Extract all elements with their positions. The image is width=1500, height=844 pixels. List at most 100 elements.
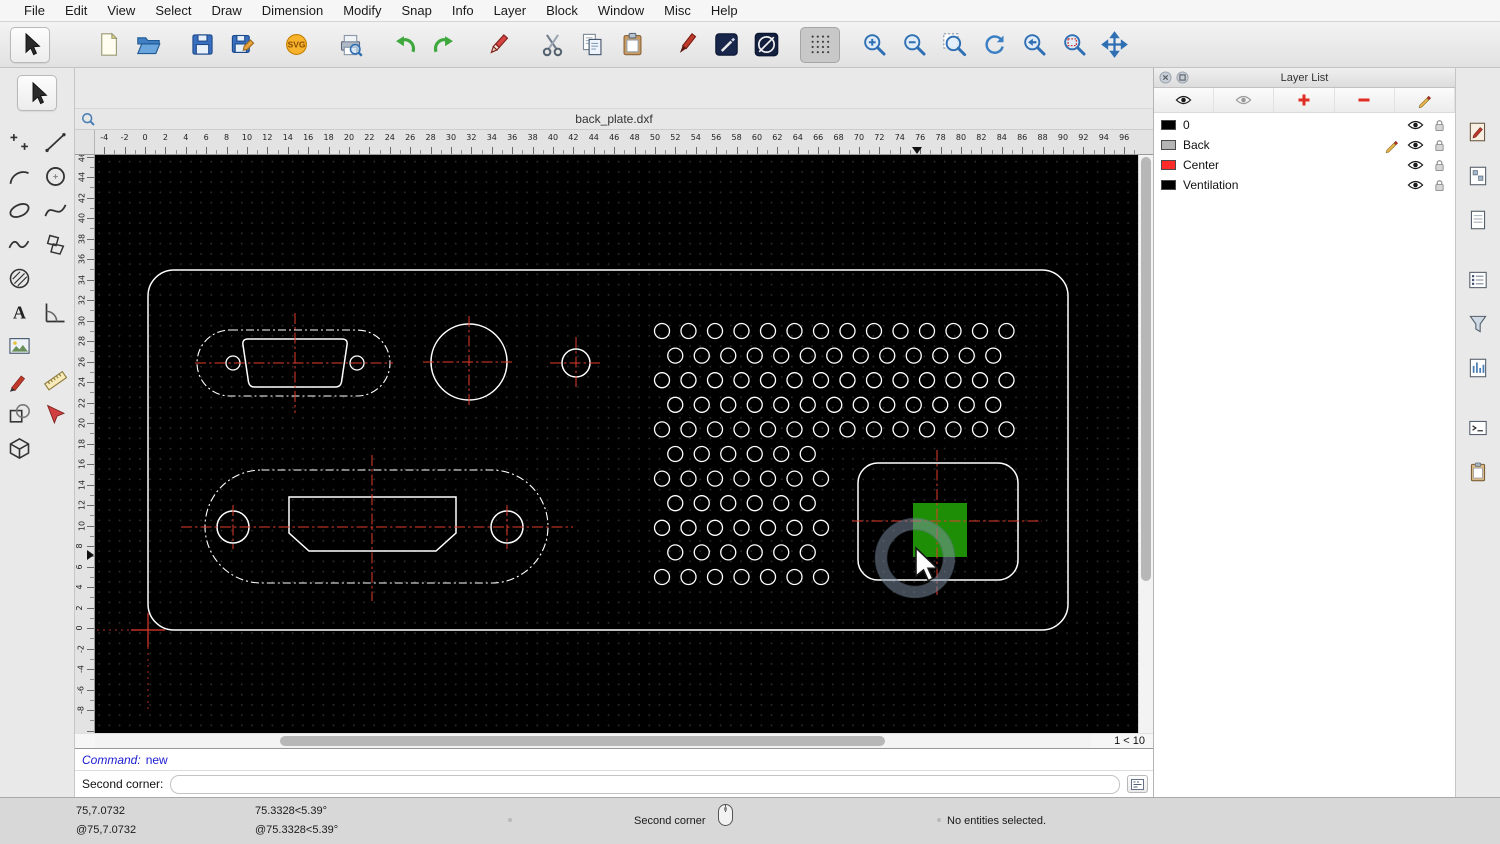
vent-hole[interactable] — [720, 347, 737, 364]
image-tool-button[interactable] — [2, 330, 36, 362]
vent-hole[interactable] — [892, 421, 909, 438]
library-panel-button[interactable] — [1462, 352, 1494, 384]
vent-hole[interactable] — [706, 568, 724, 586]
vent-hole[interactable] — [706, 519, 724, 536]
round-hole-small[interactable] — [550, 337, 602, 389]
modify-tool-button[interactable] — [2, 398, 36, 430]
pen-panel-button[interactable] — [1462, 116, 1494, 148]
vent-hole[interactable] — [693, 445, 710, 463]
vent-hole[interactable] — [733, 372, 750, 389]
vent-hole[interactable] — [865, 372, 883, 389]
vent-hole[interactable] — [932, 396, 949, 413]
vent-hole[interactable] — [971, 322, 989, 340]
vent-hole[interactable] — [746, 396, 763, 413]
vent-hole[interactable] — [812, 470, 830, 487]
attributes-button[interactable] — [706, 27, 746, 63]
vent-hole[interactable] — [812, 519, 830, 536]
vent-hole[interactable] — [733, 470, 750, 487]
line-tool-button[interactable] — [38, 126, 72, 158]
vent-hole[interactable] — [653, 372, 671, 389]
command-input[interactable] — [170, 774, 1120, 794]
save-as-button[interactable] — [222, 27, 262, 63]
vent-hole[interactable] — [667, 445, 684, 463]
vent-hole[interactable] — [918, 322, 936, 340]
detach-panel-icon[interactable] — [1176, 71, 1189, 84]
vent-hole[interactable] — [653, 470, 671, 487]
vent-hole[interactable] — [706, 421, 724, 438]
vent-hole[interactable] — [773, 445, 790, 463]
zoom-window-button[interactable] — [1054, 27, 1094, 63]
vent-hole[interactable] — [759, 322, 777, 340]
drawing-svg[interactable] — [95, 155, 1138, 733]
list-panel-button[interactable] — [1462, 264, 1494, 296]
vent-hole[interactable] — [852, 396, 869, 413]
vent-hole[interactable] — [905, 396, 922, 413]
vent-hole[interactable] — [799, 396, 816, 413]
pointer-tool-button[interactable] — [38, 398, 72, 430]
vent-hole[interactable] — [746, 347, 763, 364]
layer-row-0[interactable]: 0 — [1154, 115, 1455, 135]
vertical-scrollbar[interactable] — [1138, 155, 1153, 733]
vent-hole[interactable] — [759, 519, 777, 536]
vent-hole[interactable] — [786, 421, 803, 438]
zoom-auto-button[interactable] — [934, 27, 974, 63]
vent-hole[interactable] — [693, 396, 710, 413]
vent-hole[interactable] — [918, 372, 936, 389]
select-arrow-button[interactable] — [10, 26, 50, 63]
print-preview-button[interactable] — [330, 27, 370, 63]
vent-hole[interactable] — [733, 421, 750, 438]
vent-hole[interactable] — [799, 544, 816, 561]
zoom-pan-button[interactable] — [1094, 27, 1134, 63]
paste-button[interactable] — [612, 27, 652, 63]
menu-item-snap[interactable]: Snap — [392, 3, 442, 18]
spline-tool-button[interactable] — [38, 194, 72, 226]
menu-item-info[interactable]: Info — [442, 3, 484, 18]
layer-row-center[interactable]: Center — [1154, 155, 1455, 175]
pen-button[interactable] — [666, 27, 706, 63]
vent-hole[interactable] — [733, 322, 750, 340]
vent-hole[interactable] — [773, 495, 790, 512]
vent-hole[interactable] — [720, 445, 737, 463]
vent-hole[interactable] — [879, 347, 896, 364]
vent-hole[interactable] — [799, 445, 816, 463]
open-file-button[interactable] — [128, 27, 168, 63]
vent-hole[interactable] — [945, 322, 962, 340]
horizontal-scrollbar[interactable] — [95, 734, 1091, 748]
isometric-tool-button[interactable] — [2, 432, 36, 464]
menu-item-select[interactable]: Select — [145, 3, 201, 18]
vent-hole[interactable] — [693, 495, 710, 512]
vent-hole[interactable] — [773, 347, 790, 364]
grid-button[interactable] — [800, 26, 840, 63]
vent-hole[interactable] — [746, 495, 763, 512]
vent-hole[interactable] — [759, 568, 777, 586]
close-panel-icon[interactable] — [1159, 71, 1172, 84]
select-tool-button[interactable] — [17, 75, 57, 111]
layer-row-ventilation[interactable]: Ventilation — [1154, 175, 1455, 195]
clipboard-panel-button[interactable] — [1462, 456, 1494, 488]
vent-hole[interactable] — [812, 421, 830, 438]
vent-hole[interactable] — [826, 347, 843, 364]
vent-hole[interactable] — [905, 347, 922, 364]
vent-hole[interactable] — [985, 396, 1002, 413]
layer-visibility-eye-icon[interactable] — [1407, 139, 1424, 151]
vent-hole[interactable] — [826, 396, 843, 413]
zoom-out-button[interactable] — [894, 27, 934, 63]
save-button[interactable] — [182, 27, 222, 63]
vent-hole[interactable] — [892, 372, 909, 389]
menu-item-window[interactable]: Window — [588, 3, 654, 18]
vertical-scrollbar-thumb[interactable] — [1141, 157, 1151, 581]
vent-hole[interactable] — [693, 544, 710, 561]
vent-hole[interactable] — [786, 322, 803, 340]
vent-hole[interactable] — [839, 421, 856, 438]
menu-item-file[interactable]: File — [14, 3, 55, 18]
vent-hole[interactable] — [918, 421, 936, 438]
vent-hole[interactable] — [773, 544, 790, 561]
vent-hole[interactable] — [706, 372, 724, 389]
drawing-canvas[interactable] — [95, 155, 1138, 733]
ellipse-tool-button[interactable] — [2, 194, 36, 226]
vent-hole[interactable] — [667, 544, 684, 561]
vent-hole[interactable] — [971, 421, 989, 438]
remove-layer-button[interactable] — [1334, 88, 1395, 112]
vent-hole[interactable] — [759, 372, 777, 389]
vent-hole[interactable] — [667, 396, 684, 413]
